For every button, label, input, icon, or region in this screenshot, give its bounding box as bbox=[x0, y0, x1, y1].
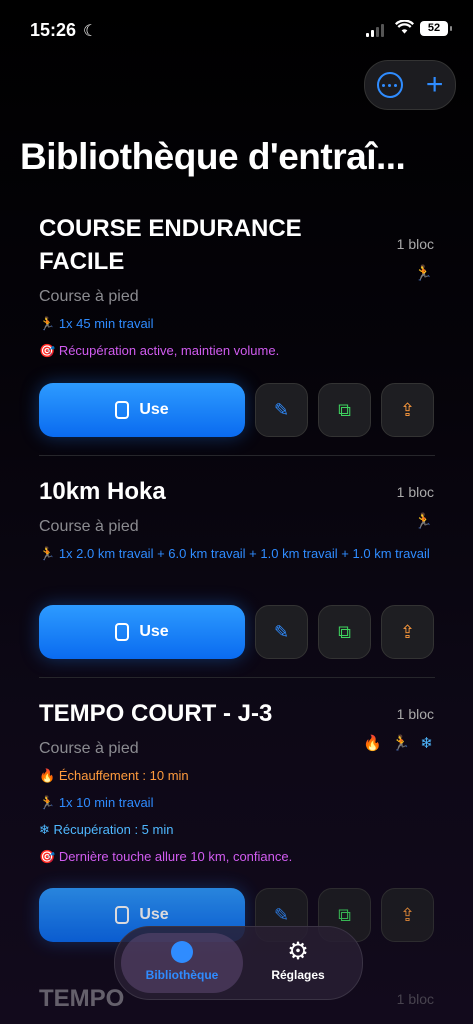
workout-name: TEMPO COURT - J-3 bbox=[39, 700, 273, 727]
use-button[interactable]: Use bbox=[39, 605, 245, 659]
wifi-icon bbox=[395, 20, 414, 34]
watch-icon bbox=[115, 401, 130, 419]
workout-card[interactable]: COURSE ENDURANCE FACILE 1 bloc 🏃 Course … bbox=[39, 212, 435, 360]
workout-line: 🏃 1x 45 min travail bbox=[39, 316, 154, 331]
flame-icon: 🔥 bbox=[39, 768, 59, 783]
pencil-icon: ✎ bbox=[273, 621, 290, 642]
share-button[interactable]: ⇪ bbox=[381, 888, 434, 942]
divider bbox=[39, 677, 435, 678]
battery-icon: 52 bbox=[420, 21, 452, 36]
edit-button[interactable]: ✎ bbox=[255, 605, 308, 659]
signal-icon bbox=[366, 24, 384, 37]
tab-label: Réglages bbox=[271, 968, 325, 982]
block-count: 1 bloc bbox=[396, 484, 434, 500]
copy-icon: ⧉ bbox=[338, 621, 351, 642]
tab-label: Bibliothèque bbox=[145, 968, 219, 982]
target-icon: 🎯 bbox=[39, 849, 59, 864]
watch-icon bbox=[115, 623, 130, 641]
flame-icon: 🔥 bbox=[363, 735, 382, 752]
runner-icon: 🏃 bbox=[414, 265, 433, 282]
more-options-icon[interactable] bbox=[376, 72, 403, 98]
target-icon: 🎯 bbox=[39, 343, 59, 358]
workout-card[interactable]: TEMPO COURT - J-3 1 bloc 🔥 🏃 ❄ Course à … bbox=[39, 697, 435, 866]
block-count: 1 bloc bbox=[396, 706, 434, 722]
toolbar-pill: + bbox=[364, 60, 456, 110]
tab-library[interactable]: Bibliothèque bbox=[121, 933, 243, 993]
duplicate-button[interactable]: ⧉ bbox=[318, 605, 371, 659]
copy-icon: ⧉ bbox=[338, 399, 351, 420]
block-count: 1 bloc bbox=[396, 991, 434, 1007]
sport-label: Course à pied bbox=[39, 288, 139, 305]
share-icon: ⇪ bbox=[399, 904, 416, 925]
workout-line: 🔥 Échauffement : 10 min bbox=[39, 768, 189, 783]
workout-name: 10km Hoka bbox=[39, 478, 166, 505]
watch-icon bbox=[115, 906, 130, 924]
focus-moon-icon: ☾ bbox=[83, 23, 98, 40]
phase-icons: 🔥 🏃 ❄ bbox=[363, 734, 433, 752]
book-icon bbox=[171, 941, 193, 963]
phase-icons: 🏃 bbox=[414, 512, 433, 530]
block-count: 1 bloc bbox=[396, 236, 434, 252]
workout-card[interactable]: 10km Hoka 1 bloc 🏃 Course à pied 🏃 1x 2.… bbox=[39, 475, 435, 563]
tab-settings[interactable]: ⚙ Réglages bbox=[237, 933, 359, 993]
gear-icon: ⚙ bbox=[287, 938, 309, 965]
card-actions: Use ✎ ⧉ ⇪ bbox=[39, 383, 434, 437]
use-button[interactable]: Use bbox=[39, 383, 245, 437]
duplicate-button[interactable]: ⧉ bbox=[318, 383, 371, 437]
share-icon: ⇪ bbox=[399, 399, 416, 420]
runner-icon: 🏃 bbox=[39, 316, 59, 331]
tab-bar: Bibliothèque ⚙ Réglages bbox=[114, 926, 363, 1000]
workout-line: 🎯 Dernière touche allure 10 km, confianc… bbox=[39, 849, 293, 864]
edit-button[interactable]: ✎ bbox=[255, 383, 308, 437]
divider bbox=[39, 455, 435, 456]
share-icon: ⇪ bbox=[399, 621, 416, 642]
pencil-icon: ✎ bbox=[273, 904, 290, 925]
card-actions: Use ✎ ⧉ ⇪ bbox=[39, 605, 434, 659]
runner-icon: 🏃 bbox=[39, 795, 59, 810]
copy-icon: ⧉ bbox=[338, 904, 351, 925]
runner-icon: 🏃 bbox=[39, 546, 59, 561]
status-bar: 15:26 ☾ 52 bbox=[0, 0, 473, 58]
workout-line: ❄ Récupération : 5 min bbox=[39, 822, 174, 837]
runner-icon: 🏃 bbox=[414, 513, 433, 530]
workout-line: 🏃 1x 2.0 km travail + 6.0 km travail + 1… bbox=[39, 546, 430, 561]
add-icon[interactable]: + bbox=[426, 70, 444, 100]
runner-icon: 🏃 bbox=[391, 735, 411, 752]
workout-line: 🏃 1x 10 min travail bbox=[39, 795, 154, 810]
share-button[interactable]: ⇪ bbox=[381, 605, 434, 659]
workout-line: 🎯 Récupération active, maintien volume. bbox=[39, 343, 280, 358]
phase-icons: 🏃 bbox=[414, 264, 433, 282]
page-title: Bibliothèque d'entraî... bbox=[20, 136, 406, 177]
workout-name: COURSE ENDURANCE FACILE bbox=[39, 215, 302, 275]
sport-label: Course à pied bbox=[39, 518, 139, 535]
snowflake-icon: ❄ bbox=[39, 822, 54, 837]
share-button[interactable]: ⇪ bbox=[381, 383, 434, 437]
snowflake-icon: ❄ bbox=[420, 735, 433, 752]
pencil-icon: ✎ bbox=[273, 399, 290, 420]
clock: 15:26 bbox=[30, 20, 77, 40]
